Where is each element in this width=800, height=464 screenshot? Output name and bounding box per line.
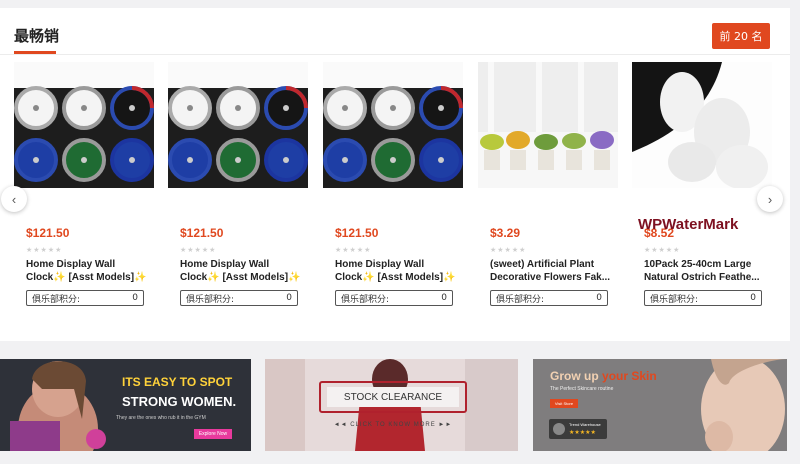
- product-name[interactable]: Home Display Wall Clock✨ [Asst Models]✨: [180, 258, 305, 284]
- product-name[interactable]: Home Display Wall Clock✨ [Asst Models]✨: [335, 258, 460, 284]
- top-20-button[interactable]: 前 20 名: [712, 23, 770, 49]
- chevron-right-icon: ›: [767, 191, 773, 207]
- club-points-field: 俱乐部积分: 0: [26, 290, 144, 306]
- product-name[interactable]: (sweet) Artificial Plant Decorative Flow…: [490, 258, 615, 284]
- points-label: 俱乐部积分:: [496, 294, 545, 305]
- points-label: 俱乐部积分:: [341, 294, 390, 305]
- banner-grow-skin[interactable]: Grow up your Skin The Perfect Skincare r…: [533, 359, 787, 451]
- product-price: $121.50: [180, 226, 224, 240]
- club-points-field: 俱乐部积分: 0: [490, 290, 608, 306]
- points-value: 0: [750, 293, 756, 303]
- store-logo-icon: [553, 423, 565, 435]
- product-card[interactable]: $8.52 ★★★★★ 10Pack 25-40cm Large Natural…: [632, 62, 772, 324]
- clock-image: [168, 62, 308, 188]
- product-name[interactable]: 10Pack 25-40cm Large Natural Ostrich Fea…: [644, 258, 769, 284]
- plants-image: [478, 62, 618, 188]
- points-value: 0: [441, 293, 447, 303]
- banner-line1: ITS EASY TO SPOT: [122, 375, 233, 389]
- points-label: 俱乐部积分:: [32, 294, 81, 305]
- banner-subtitle: They are the ones who rub it in the GYM: [116, 415, 206, 421]
- rating-stars: ★★★★★: [26, 247, 63, 254]
- clock-image: [323, 62, 463, 188]
- section-title: 最畅销: [14, 27, 60, 45]
- club-points-field: 俱乐部积分: 0: [180, 290, 298, 306]
- carousel-next-button[interactable]: ›: [757, 186, 783, 212]
- badge-title: Trend Warehouse: [569, 422, 601, 427]
- product-name[interactable]: Home Display Wall Clock✨ [Asst Models]✨: [26, 258, 151, 284]
- your-skin-text: your Skin: [602, 369, 657, 383]
- banner-strong-women[interactable]: ITS EASY TO SPOT STRONG WOMEN. They are …: [0, 359, 251, 451]
- points-label: 俱乐部积分:: [186, 294, 235, 305]
- explore-now-button[interactable]: Explore Now: [194, 429, 232, 439]
- grow-up-text: Grow up: [550, 369, 599, 383]
- points-value: 0: [286, 293, 292, 303]
- club-points-field: 俱乐部积分: 0: [335, 290, 453, 306]
- product-card[interactable]: $3.29 ★★★★★ (sweet) Artificial Plant Dec…: [478, 62, 618, 324]
- trend-warehouse-badge: Trend Warehouse ★★★★★: [549, 419, 607, 439]
- product-image[interactable]: [323, 62, 463, 188]
- banner-line2: STRONG WOMEN.: [122, 394, 237, 409]
- product-image[interactable]: [168, 62, 308, 188]
- visit-store-button[interactable]: Visit Store: [550, 399, 578, 408]
- chevron-left-icon: ‹: [11, 191, 17, 207]
- badge-stars: ★★★★★: [569, 430, 596, 436]
- product-card[interactable]: $121.50 ★★★★★ Home Display Wall Clock✨ […: [14, 62, 154, 324]
- section-divider: [0, 54, 790, 55]
- watermark-text: WPWaterMark: [638, 216, 739, 233]
- club-points-field: 俱乐部积分: 0: [644, 290, 762, 306]
- product-image[interactable]: [632, 62, 772, 188]
- banner-subtitle: The Perfect Skincare routine: [550, 386, 614, 392]
- points-value: 0: [132, 293, 138, 303]
- rating-stars: ★★★★★: [335, 247, 372, 254]
- product-image[interactable]: [478, 62, 618, 188]
- banner-headline: Grow up your Skin: [550, 369, 657, 383]
- rating-stars: ★★★★★: [490, 247, 527, 254]
- banner-stock-clearance[interactable]: STOCK CLEARANCE ◄◄ CLICK TO KNOW MORE ►►: [265, 359, 518, 451]
- rating-stars: ★★★★★: [644, 247, 681, 254]
- product-price: $121.50: [335, 226, 379, 240]
- clock-image: [14, 62, 154, 188]
- product-image[interactable]: [14, 62, 154, 188]
- points-label: 俱乐部积分:: [650, 294, 699, 305]
- carousel-prev-button[interactable]: ‹: [1, 186, 27, 212]
- product-card[interactable]: $121.50 ★★★★★ Home Display Wall Clock✨ […: [323, 62, 463, 324]
- points-value: 0: [596, 293, 602, 303]
- click-to-know-more[interactable]: ◄◄ CLICK TO KNOW MORE ►►: [323, 422, 463, 428]
- stock-clearance-label: STOCK CLEARANCE: [327, 387, 459, 407]
- product-price: $121.50: [26, 226, 70, 240]
- product-price: $3.29: [490, 226, 521, 240]
- rating-stars: ★★★★★: [180, 247, 217, 254]
- feathers-image: [632, 62, 772, 188]
- product-card[interactable]: $121.50 ★★★★★ Home Display Wall Clock✨ […: [168, 62, 308, 324]
